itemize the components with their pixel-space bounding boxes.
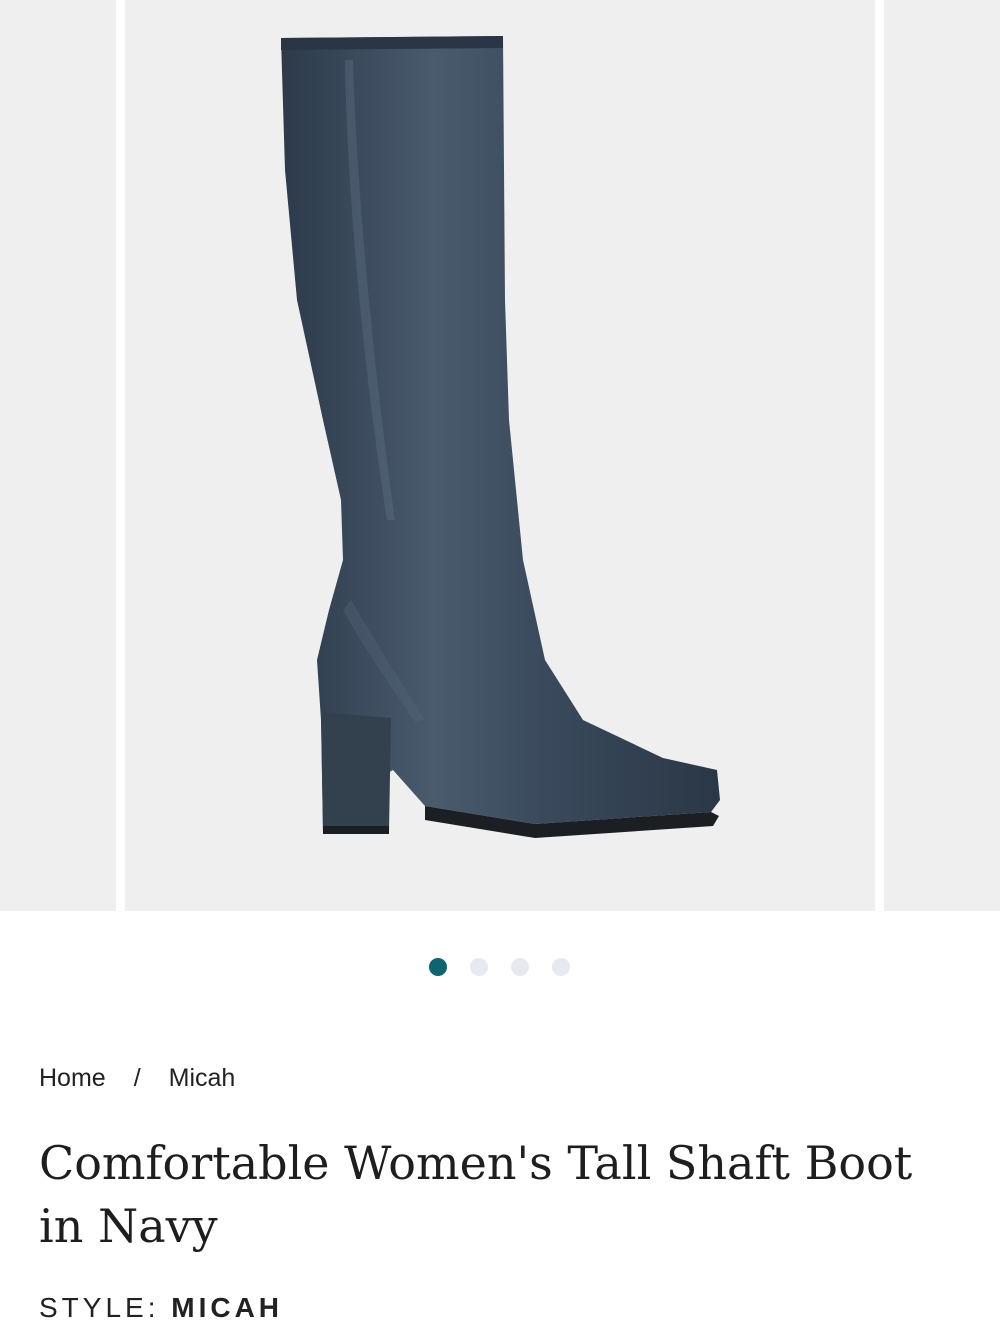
product-image-carousel[interactable] xyxy=(0,0,1000,911)
carousel-dot-3[interactable] xyxy=(511,958,529,976)
style-label: STYLE: xyxy=(39,1292,160,1323)
style-value: MICAH xyxy=(171,1292,284,1323)
carousel-dot-1[interactable] xyxy=(429,958,447,976)
carousel-pagination xyxy=(0,958,1000,978)
product-image[interactable] xyxy=(125,0,974,911)
carousel-dot-4[interactable] xyxy=(552,958,570,976)
previous-slide-peek[interactable] xyxy=(0,0,116,911)
breadcrumb-separator: / xyxy=(133,1064,141,1092)
next-slide-peek[interactable] xyxy=(884,0,1000,911)
boot-image xyxy=(281,36,720,838)
product-style: STYLE: MICAH xyxy=(39,1292,283,1324)
breadcrumb-current-link[interactable]: Micah xyxy=(169,1064,236,1093)
breadcrumb: Home / Micah xyxy=(39,1064,235,1093)
carousel-dot-2[interactable] xyxy=(470,958,488,976)
breadcrumb-home-link[interactable]: Home xyxy=(39,1064,106,1093)
product-title: Comfortable Women's Tall Shaft Boot in N… xyxy=(39,1136,913,1253)
